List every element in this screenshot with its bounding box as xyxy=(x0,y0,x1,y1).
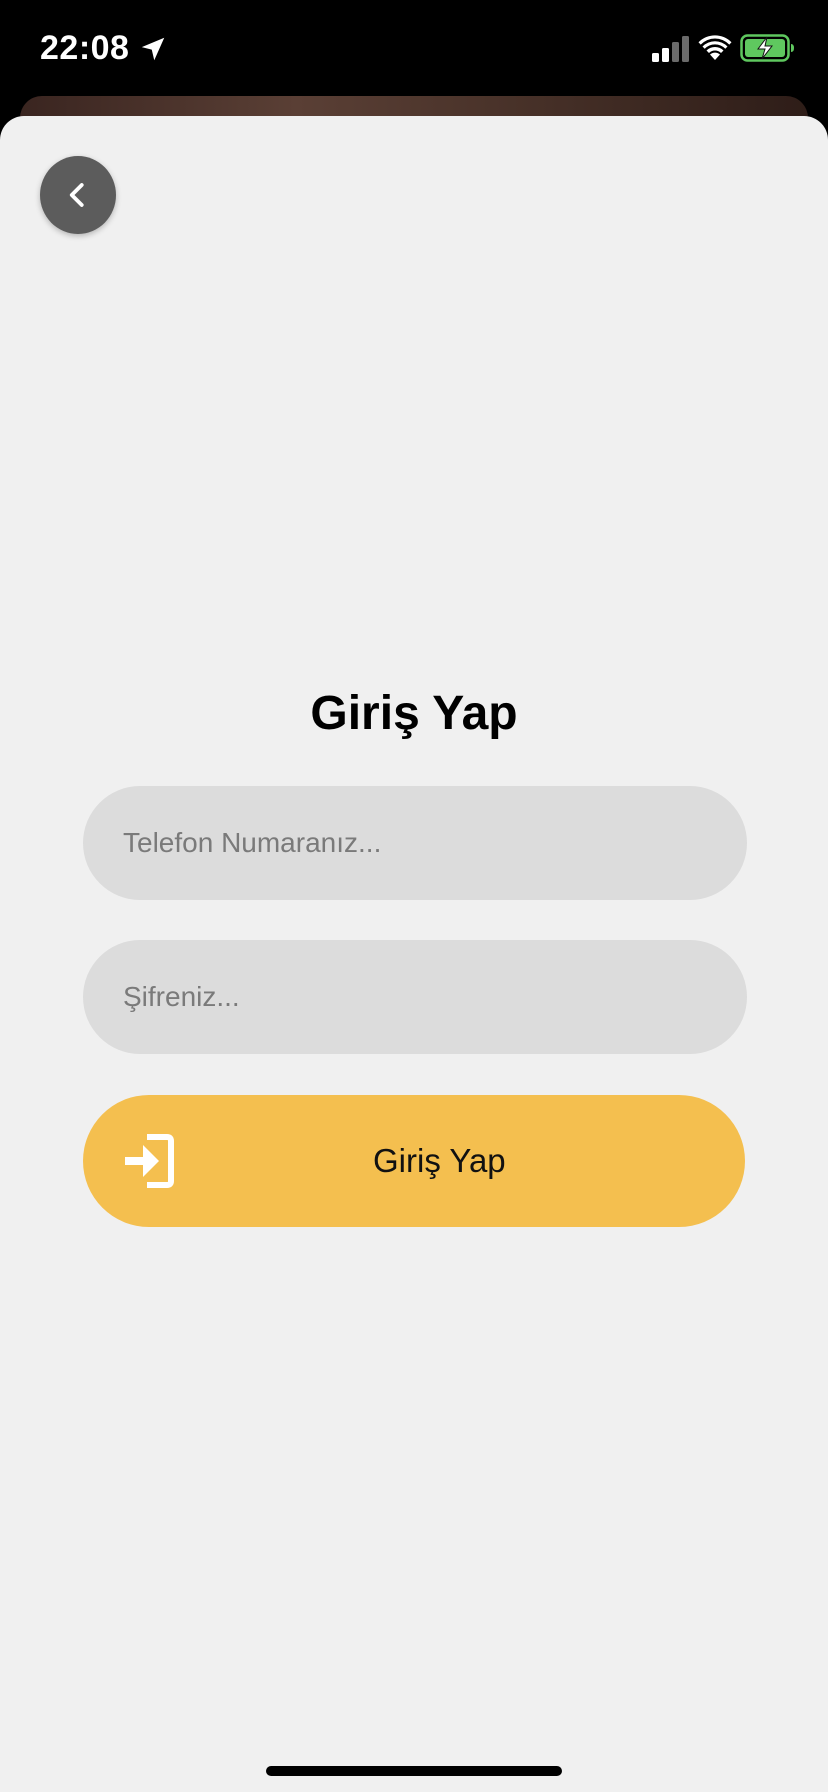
login-button[interactable]: Giriş Yap xyxy=(83,1095,745,1227)
status-time: 22:08 xyxy=(40,29,130,67)
location-arrow-icon xyxy=(141,37,165,61)
login-button-label: Giriş Yap xyxy=(373,1142,506,1179)
home-indicator xyxy=(266,1766,562,1776)
password-placeholder: Şifreniz... xyxy=(123,981,240,1012)
password-field[interactable]: Şifreniz... xyxy=(83,940,747,1054)
status-bar: 22:08 xyxy=(0,0,828,96)
back-button[interactable] xyxy=(40,156,116,234)
sign-in-icon xyxy=(125,1134,174,1188)
page-title: Giriş Yap xyxy=(310,687,518,740)
login-sheet: Giriş Yap Telefon Numaranız... Şifreniz.… xyxy=(0,116,828,1792)
cellular-signal-icon xyxy=(652,36,689,62)
phone-placeholder: Telefon Numaranız... xyxy=(123,827,382,858)
wifi-icon xyxy=(698,35,732,60)
phone-field[interactable]: Telefon Numaranız... xyxy=(83,786,747,900)
battery-charging-icon xyxy=(740,34,794,62)
app-screen: 22:08 Giriş Yap Telefon Numaranız... Şif… xyxy=(0,0,828,1792)
chevron-left-icon xyxy=(69,183,84,207)
